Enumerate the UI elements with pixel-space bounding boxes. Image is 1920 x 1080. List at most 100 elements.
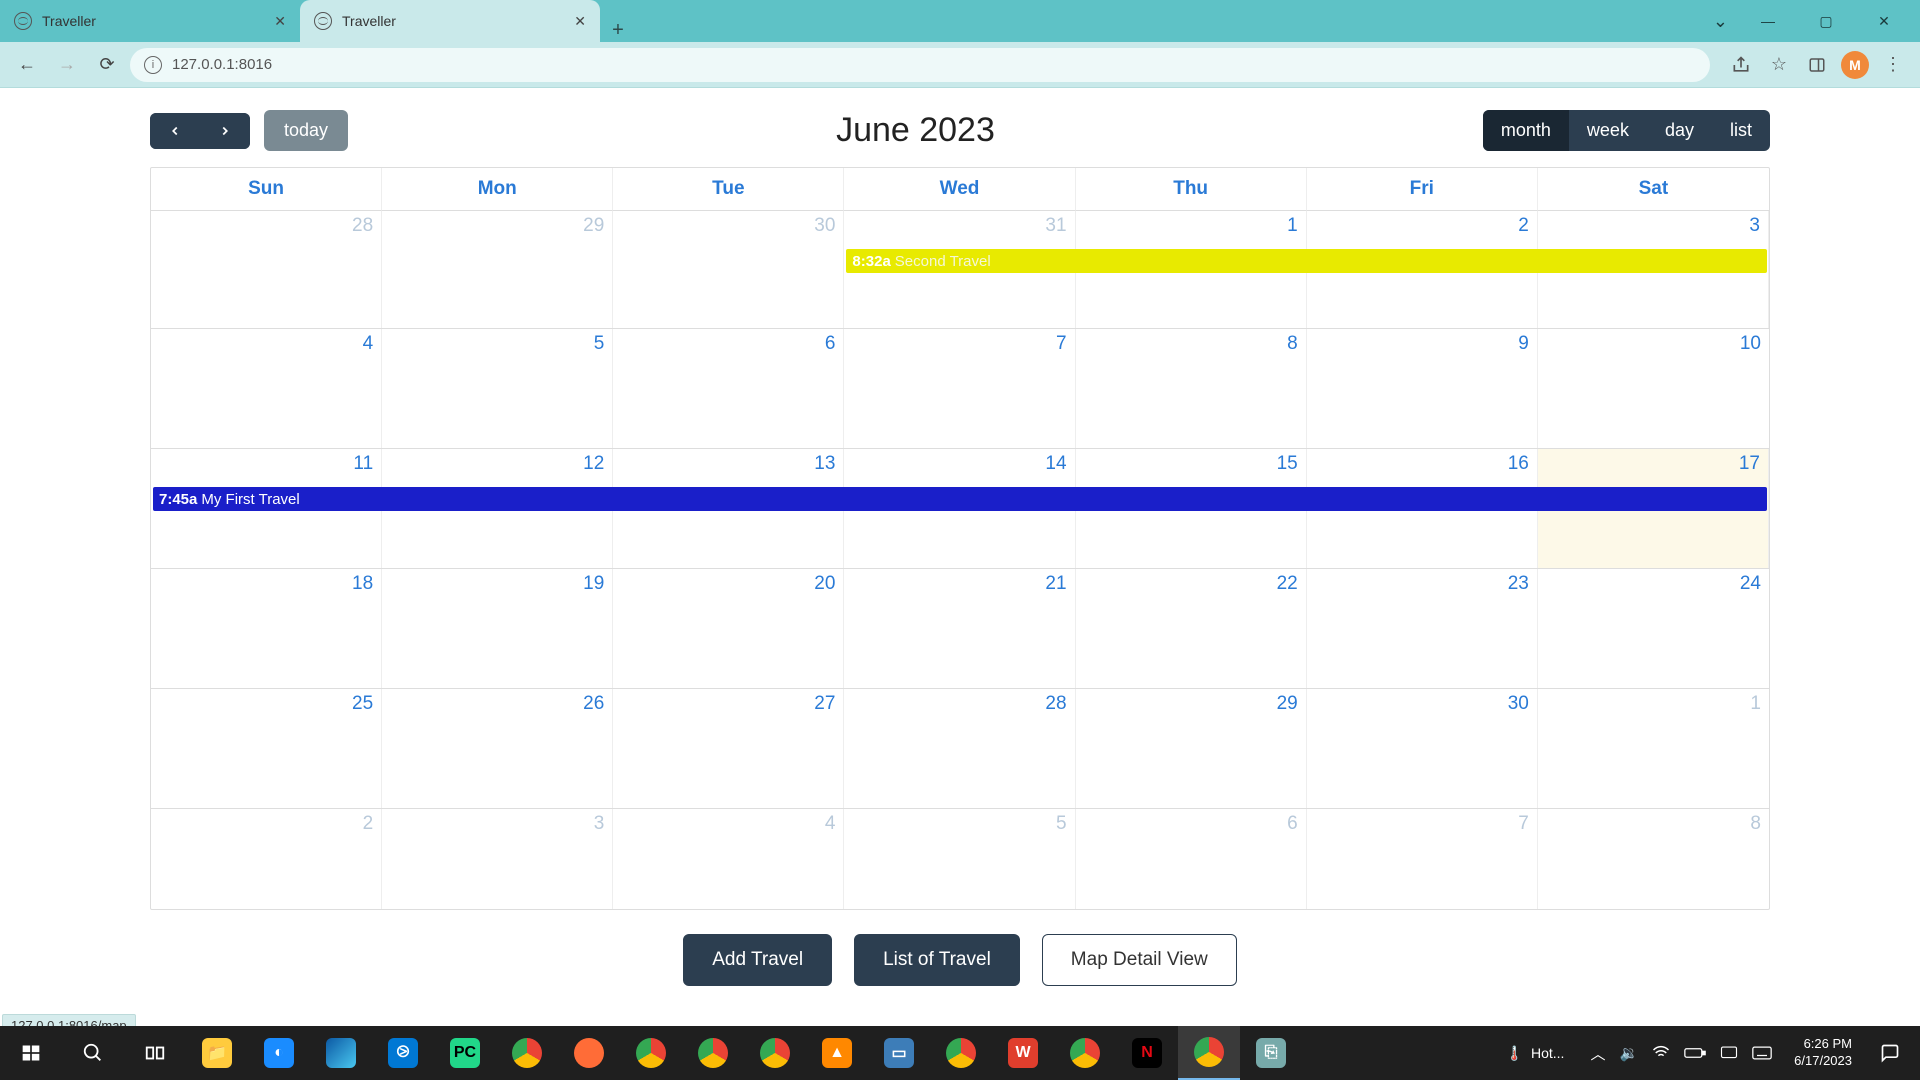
taskbar-clock[interactable]: 6:26 PM 6/17/2023 — [1784, 1036, 1862, 1070]
day-cell[interactable]: 1 — [1538, 689, 1769, 808]
profile-avatar[interactable]: M — [1838, 48, 1872, 82]
back-button[interactable]: ← — [10, 48, 44, 82]
forward-button[interactable]: → — [50, 48, 84, 82]
taskbar-app-pycharm[interactable]: PC — [434, 1026, 496, 1080]
taskbar-app-explorer[interactable]: 📁 — [186, 1026, 248, 1080]
system-tray[interactable]: ︿ 🔉 — [1584, 1043, 1778, 1064]
url-input[interactable]: i 127.0.0.1:8016 — [130, 48, 1710, 82]
day-number: 3 — [390, 813, 604, 835]
day-cell[interactable]: 28 — [151, 211, 382, 328]
maximize-button[interactable]: ▢ — [1798, 0, 1854, 42]
taskbar-app-misc[interactable]: ⎘ — [1240, 1026, 1302, 1080]
day-cell[interactable]: 20 — [613, 569, 844, 688]
day-cell[interactable]: 8 — [1076, 329, 1307, 448]
weather-widget[interactable]: 🌡️ Hot... — [1492, 1045, 1579, 1062]
list-travel-button[interactable]: List of Travel — [854, 934, 1020, 986]
reload-button[interactable]: ⟳ — [90, 48, 124, 82]
search-button[interactable] — [62, 1026, 124, 1080]
view-month-button[interactable]: month — [1483, 110, 1569, 151]
day-cell[interactable]: 3 — [382, 809, 613, 909]
browser-tab-0[interactable]: Traveller ✕ — [0, 0, 300, 42]
site-info-icon[interactable]: i — [144, 56, 162, 74]
taskbar-app-vlc[interactable]: ▲ — [806, 1026, 868, 1080]
taskbar-app-edge[interactable] — [310, 1026, 372, 1080]
start-button[interactable] — [0, 1026, 62, 1080]
volume-icon[interactable]: 🔉 — [1619, 1044, 1638, 1062]
day-cell[interactable]: 7 — [1307, 809, 1538, 909]
day-cell[interactable]: 2 — [151, 809, 382, 909]
add-travel-button[interactable]: Add Travel — [683, 934, 832, 986]
taskbar-app-chrome5[interactable] — [930, 1026, 992, 1080]
task-view-button[interactable] — [124, 1026, 186, 1080]
map-detail-button[interactable]: Map Detail View — [1042, 934, 1237, 986]
taskbar-app-postman[interactable] — [558, 1026, 620, 1080]
prev-button[interactable] — [150, 113, 200, 149]
day-cell[interactable]: 10 — [1538, 329, 1769, 448]
day-cell[interactable]: 8 — [1538, 809, 1769, 909]
day-cell[interactable]: 19 — [382, 569, 613, 688]
day-cell[interactable]: 5 — [844, 809, 1075, 909]
bookmark-icon[interactable]: ☆ — [1762, 48, 1796, 82]
day-cell[interactable]: 4 — [613, 809, 844, 909]
view-list-button[interactable]: list — [1712, 110, 1770, 151]
taskbar-app-chrome3[interactable] — [682, 1026, 744, 1080]
day-cell[interactable]: 29 — [382, 211, 613, 328]
day-cell[interactable]: 4 — [151, 329, 382, 448]
day-cell[interactable]: 30 — [1307, 689, 1538, 808]
taskbar-app-chrome1[interactable] — [496, 1026, 558, 1080]
calendar-week: 2526272829301 — [151, 689, 1769, 809]
day-cell[interactable]: 5 — [382, 329, 613, 448]
language-icon[interactable] — [1720, 1045, 1738, 1061]
panel-icon[interactable] — [1800, 48, 1834, 82]
taskbar-app-window[interactable]: ▭ — [868, 1026, 930, 1080]
close-icon[interactable]: ✕ — [574, 13, 586, 30]
day-cell[interactable]: 24 — [1538, 569, 1769, 688]
taskbar-app-chrome6[interactable] — [1054, 1026, 1116, 1080]
day-cell[interactable]: 29 — [1076, 689, 1307, 808]
day-cell[interactable]: 25 — [151, 689, 382, 808]
chevron-down-icon[interactable]: ⌄ — [1713, 11, 1728, 32]
chevron-up-icon[interactable]: ︿ — [1590, 1043, 1605, 1064]
browser-titlebar: Traveller ✕ Traveller ✕ + ⌄ — ▢ ✕ — [0, 0, 1920, 42]
day-number: 18 — [159, 573, 373, 595]
calendar-event[interactable]: 7:45aMy First Travel — [153, 487, 1767, 511]
calendar-event[interactable]: 8:32aSecond Travel — [846, 249, 1767, 273]
view-week-button[interactable]: week — [1569, 110, 1647, 151]
day-cell[interactable]: 30 — [613, 211, 844, 328]
taskbar-app-vscode[interactable]: ⧁ — [372, 1026, 434, 1080]
close-window-button[interactable]: ✕ — [1856, 0, 1912, 42]
day-number: 11 — [159, 453, 373, 475]
new-tab-button[interactable]: + — [600, 19, 636, 42]
day-cell[interactable]: 28 — [844, 689, 1075, 808]
day-cell[interactable]: 6 — [613, 329, 844, 448]
close-icon[interactable]: ✕ — [274, 13, 286, 30]
keyboard-icon[interactable] — [1752, 1045, 1772, 1061]
taskbar-app-cortana[interactable]: ◐ — [248, 1026, 310, 1080]
menu-icon[interactable]: ⋮ — [1876, 48, 1910, 82]
wifi-icon[interactable] — [1652, 1044, 1670, 1062]
day-cell[interactable]: 26 — [382, 689, 613, 808]
url-text: 127.0.0.1:8016 — [172, 56, 272, 73]
day-cell[interactable]: 18 — [151, 569, 382, 688]
browser-tab-1[interactable]: Traveller ✕ — [300, 0, 600, 42]
notifications-button[interactable] — [1868, 1026, 1912, 1080]
view-day-button[interactable]: day — [1647, 110, 1712, 151]
day-cell[interactable]: 6 — [1076, 809, 1307, 909]
day-cell[interactable]: 27 — [613, 689, 844, 808]
day-cell[interactable]: 7 — [844, 329, 1075, 448]
day-cell[interactable]: 21 — [844, 569, 1075, 688]
taskbar-app-netflix[interactable]: N — [1116, 1026, 1178, 1080]
taskbar-app-chrome4[interactable] — [744, 1026, 806, 1080]
day-cell[interactable]: 22 — [1076, 569, 1307, 688]
battery-icon[interactable] — [1684, 1046, 1706, 1060]
today-button[interactable]: today — [264, 110, 348, 151]
minimize-button[interactable]: — — [1740, 0, 1796, 42]
share-icon[interactable] — [1724, 48, 1758, 82]
taskbar-app-chrome2[interactable] — [620, 1026, 682, 1080]
event-title: My First Travel — [201, 491, 299, 508]
day-cell[interactable]: 23 — [1307, 569, 1538, 688]
day-cell[interactable]: 9 — [1307, 329, 1538, 448]
taskbar-app-wps[interactable]: W — [992, 1026, 1054, 1080]
next-button[interactable] — [200, 113, 250, 149]
taskbar-app-chrome-active[interactable] — [1178, 1026, 1240, 1080]
